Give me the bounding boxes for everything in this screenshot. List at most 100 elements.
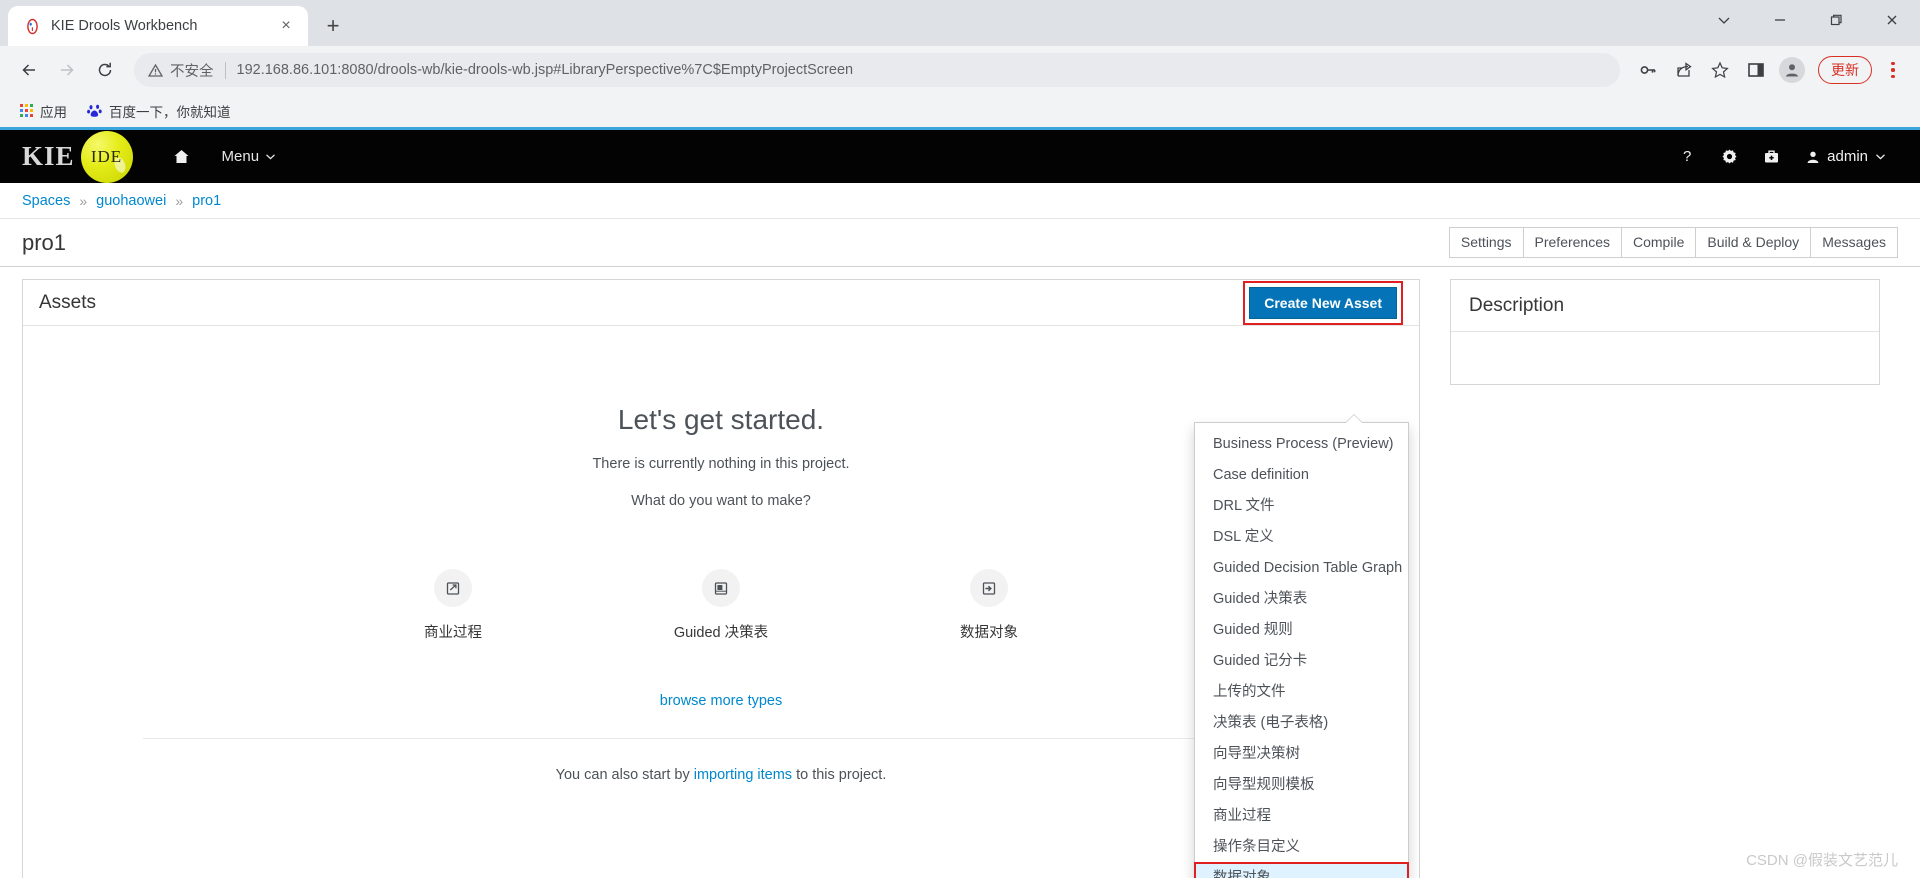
menu-item-dsl-definition[interactable]: DSL 定义 [1195, 522, 1408, 553]
minimize-icon[interactable] [1752, 0, 1808, 40]
bookmark-baidu-label: 百度一下，你就知道 [109, 104, 231, 120]
importing-items-link[interactable]: importing items [694, 767, 792, 783]
description-title: Description [1469, 294, 1565, 316]
business-process-icon [434, 569, 472, 607]
update-button[interactable]: 更新 [1818, 56, 1872, 84]
bookmark-baidu[interactable]: 百度一下，你就知道 [81, 98, 237, 124]
browser-tab-strip: KIE Drools Workbench × + [0, 0, 1920, 46]
kie-logo[interactable]: KIE IDE [22, 130, 133, 183]
settings-button[interactable]: Settings [1448, 227, 1524, 258]
account-icon [1779, 57, 1805, 83]
preferences-button[interactable]: Preferences [1522, 227, 1622, 258]
reload-icon[interactable] [88, 53, 122, 87]
apps-grid-icon [20, 104, 33, 117]
watermark: CSDN @假装文艺范儿 [1746, 852, 1898, 869]
kie-logo-text: KIE [22, 141, 75, 171]
home-button[interactable] [159, 140, 204, 173]
menu-item-guided-rule[interactable]: Guided 规则 [1195, 615, 1408, 646]
new-tab-button[interactable]: + [318, 11, 348, 41]
close-window-icon[interactable] [1864, 0, 1920, 40]
window-controls [1696, 0, 1920, 40]
address-bar[interactable]: 不安全 192.168.86.101:8080/drools-wb/kie-dr… [134, 53, 1620, 87]
menu-label: Menu [221, 148, 260, 165]
bookmark-apps-label: 应用 [40, 104, 67, 120]
toolbox-icon[interactable] [1754, 140, 1788, 174]
share-icon[interactable] [1668, 54, 1700, 86]
menu-item-case-definition[interactable]: Case definition [1195, 460, 1408, 491]
menu-item-guided-decision-table[interactable]: Guided 决策表 [1195, 584, 1408, 615]
create-new-asset-button[interactable]: Create New Asset [1249, 286, 1397, 319]
chevron-down-icon [265, 151, 276, 162]
menu-item-drl-file[interactable]: DRL 文件 [1195, 491, 1408, 522]
ide-logo-ball: IDE [80, 130, 133, 183]
menu-item-guided-rule-template[interactable]: 向导型规则模板 [1195, 770, 1408, 801]
maximize-icon[interactable] [1808, 0, 1864, 40]
browser-tab-title: KIE Drools Workbench [51, 18, 198, 34]
kebab-menu-icon[interactable] [1878, 54, 1908, 86]
menu-item-guided-decision-table-graph[interactable]: Guided Decision Table Graph [1195, 553, 1408, 584]
forward-icon[interactable] [50, 53, 84, 87]
breadcrumb-item-pro1[interactable]: pro1 [192, 193, 221, 209]
chevron-down-icon[interactable] [1696, 0, 1752, 40]
gear-icon[interactable] [1712, 140, 1746, 174]
project-actions: Settings Preferences Compile Build & Dep… [1448, 227, 1898, 258]
tile-label: 数据对象 [960, 625, 1018, 641]
menu-item-work-item-definition[interactable]: 操作条目定义 [1195, 832, 1408, 863]
create-asset-area: Create New Asset [1243, 280, 1403, 325]
menu-dropdown[interactable]: Menu [208, 140, 291, 173]
breadcrumb: Spaces » guohaowei » pro1 [0, 183, 1920, 219]
browser-tab[interactable]: KIE Drools Workbench × [8, 6, 308, 46]
import-prefix: You can also start by [555, 767, 694, 783]
avatar-icon [1806, 150, 1820, 164]
divider [143, 738, 1299, 739]
home-icon [173, 148, 190, 165]
tile-data-object[interactable]: 数据对象 [914, 569, 1064, 642]
bookmark-apps[interactable]: 应用 [14, 98, 73, 124]
profile-avatar[interactable] [1776, 54, 1808, 86]
compile-button[interactable]: Compile [1621, 227, 1697, 258]
menu-item-uploaded-file[interactable]: 上传的文件 [1195, 677, 1408, 708]
menu-item-business-process-preview[interactable]: Business Process (Preview) [1195, 429, 1408, 460]
not-secure-label: 不安全 [170, 63, 214, 80]
create-asset-dropdown-menu[interactable]: Business Process (Preview) Case definiti… [1194, 413, 1409, 878]
help-icon[interactable]: ? [1670, 140, 1704, 174]
build-and-deploy-button[interactable]: Build & Deploy [1695, 227, 1812, 258]
import-suffix: to this project. [792, 767, 887, 783]
description-panel: Description [1450, 279, 1880, 385]
not-secure-warning-icon [148, 63, 163, 78]
tile-guided-decision-table[interactable]: Guided 决策表 [646, 569, 796, 642]
project-title-bar: pro1 Settings Preferences Compile Build … [0, 219, 1920, 267]
breadcrumb-separator: » [79, 192, 88, 209]
address-bar-url[interactable]: 192.168.86.101:8080/drools-wb/kie-drools… [237, 62, 854, 78]
breadcrumb-separator: » [175, 192, 184, 209]
tile-business-process[interactable]: 商业过程 [378, 569, 528, 642]
menu-item-decision-table-spreadsheet[interactable]: 决策表 (电子表格) [1195, 708, 1408, 739]
close-tab-icon[interactable]: × [276, 16, 296, 36]
menu-item-data-object[interactable]: 数据对象 [1194, 862, 1409, 878]
breadcrumb-item-guohaowei[interactable]: guohaowei [96, 193, 166, 209]
page-title: pro1 [22, 229, 67, 255]
breadcrumb-item-spaces[interactable]: Spaces [22, 193, 70, 209]
star-icon[interactable] [1704, 54, 1736, 86]
tile-label: Guided 决策表 [673, 625, 769, 641]
assets-panel-header: Assets Create New Asset [23, 280, 1419, 326]
menu-item-business-process[interactable]: 商业过程 [1195, 801, 1408, 832]
omnibox-divider [224, 61, 226, 79]
browser-toolbar: 不安全 192.168.86.101:8080/drools-wb/kie-dr… [0, 46, 1920, 94]
baidu-icon [87, 103, 102, 118]
app-nav: Menu [159, 140, 291, 173]
chevron-down-icon [1875, 151, 1886, 162]
description-body [1451, 332, 1879, 384]
description-header: Description [1451, 280, 1879, 332]
tile-label: 商业过程 [424, 625, 482, 641]
key-icon[interactable] [1632, 54, 1664, 86]
messages-button[interactable]: Messages [1810, 227, 1898, 258]
ide-logo-text: IDE [90, 146, 123, 166]
sidepanel-icon[interactable] [1740, 54, 1772, 86]
menu-item-guided-decision-tree[interactable]: 向导型决策树 [1195, 739, 1408, 770]
browse-more-link[interactable]: browse more types [660, 693, 783, 709]
user-menu[interactable]: admin [1796, 140, 1898, 173]
menu-item-guided-scorecard[interactable]: Guided 记分卡 [1195, 646, 1408, 677]
app-header: KIE IDE Menu ? admin [0, 127, 1920, 183]
back-icon[interactable] [12, 53, 46, 87]
